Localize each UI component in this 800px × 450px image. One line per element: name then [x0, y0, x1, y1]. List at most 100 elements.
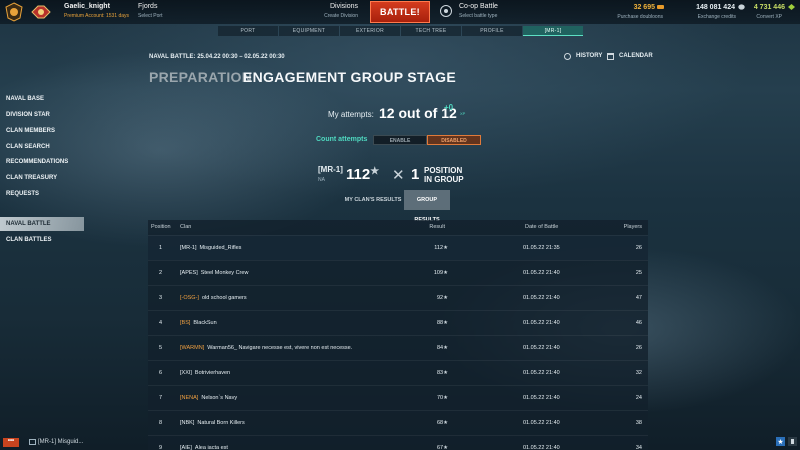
column-header-result: Result: [429, 224, 445, 230]
row-clan[interactable]: [-OSG-] old school gamers: [180, 295, 247, 301]
row-position: 8: [159, 420, 163, 426]
row-clan-tag: [WARMN]: [180, 345, 205, 351]
calendar-icon[interactable]: [607, 53, 614, 60]
count-attempts-disabled-button[interactable]: DISABLED: [427, 135, 481, 145]
row-clan-tag: [XXI]: [180, 370, 192, 376]
row-result: 112 ★: [434, 245, 448, 251]
star-icon: ★: [443, 420, 448, 426]
account-logo-icon[interactable]: [4, 2, 24, 22]
menu-naval-base[interactable]: NAVAL BASE: [0, 92, 84, 106]
credits-amount[interactable]: 148 081 424: [696, 4, 735, 11]
column-header-position: Position: [151, 224, 171, 230]
row-clan[interactable]: [MR-1] Misguided_Rifles: [180, 245, 241, 251]
star-icon: ★: [370, 166, 380, 177]
tab-tech-tree[interactable]: TECH TREE: [401, 26, 461, 36]
star-icon: ★: [443, 370, 448, 376]
row-result: 68 ★: [437, 420, 448, 426]
chat-icon[interactable]: [29, 439, 36, 445]
calendar-button[interactable]: CALENDAR: [619, 53, 653, 59]
row-date: 01.05.22 21:40: [523, 395, 560, 401]
row-clan[interactable]: [WARMN] Warman56_ Navigare necesse est, v…: [180, 345, 352, 351]
battle-type-icon[interactable]: [440, 5, 452, 17]
port-name[interactable]: Fjords: [138, 3, 157, 10]
row-players: 26: [635, 245, 642, 251]
menu-naval-battle[interactable]: NAVAL BATTLE: [0, 217, 84, 231]
table-row[interactable]: 5 [WARMN] Warman56_ Navigare necesse est, …: [148, 335, 648, 360]
row-players: 38: [635, 420, 642, 426]
table-row[interactable]: 7 [NENA] Nelson`s Navy 70 ★ 01.05.22 21:40 24: [148, 385, 648, 410]
main-nav-tabs: PORT EQUIPMENT EXTERIOR TECH TREE PROFIL…: [218, 26, 583, 36]
account-name[interactable]: Gaelic_knight: [64, 3, 110, 10]
free-xp-amount[interactable]: 4 731 446: [754, 4, 785, 11]
table-row[interactable]: 6 [XXI] Botrivierhaven 83 ★ 01.05.22 21:40 32: [148, 360, 648, 385]
row-clan[interactable]: [NBK] Natural Born Killers: [180, 420, 245, 426]
my-attempts-label: My attempts:: [328, 110, 374, 119]
history-button[interactable]: HISTORY: [576, 53, 602, 59]
tab-my-clan-results[interactable]: MY CLAN'S RESULTS: [344, 190, 402, 210]
table-row[interactable]: 8 [NBK] Natural Born Killers 68 ★ 01.05.22 2…: [148, 410, 648, 435]
row-clan-name: Warman56_ Navigare necesse est, vivere n…: [207, 345, 353, 351]
notifications-star-icon[interactable]: ★: [776, 437, 785, 446]
row-result: 67 ★: [437, 445, 448, 450]
row-clan[interactable]: [XXI] Botrivierhaven: [180, 370, 230, 376]
battle-button[interactable]: BATTLE!: [370, 1, 430, 23]
divisions-button[interactable]: Divisions: [330, 3, 358, 10]
table-row[interactable]: 1 [MR-1] Misguided_Rifles 112 ★ 01.05.22 21:…: [148, 235, 648, 260]
star-icon: ★: [443, 395, 448, 401]
count-attempts-enable-button[interactable]: ENABLE: [373, 135, 427, 145]
tab-exterior[interactable]: EXTERIOR: [340, 26, 400, 36]
menu-division-star[interactable]: DIVISION STAR: [0, 108, 84, 122]
row-result: 92 ★: [437, 295, 448, 301]
tab-port[interactable]: PORT: [218, 26, 278, 36]
row-result: 70 ★: [437, 395, 448, 401]
table-row[interactable]: 9 [AIE] Alea iacta est 67 ★ 01.05.22 21:40 34: [148, 435, 648, 450]
battle-type-name[interactable]: Co-op Battle: [459, 3, 498, 10]
row-clan-tag: [NBK]: [180, 420, 195, 426]
row-clan-tag: [MR-1]: [180, 245, 197, 251]
chat-menu-button[interactable]: •••: [3, 438, 19, 447]
menu-recommendations[interactable]: RECOMMENDATIONS: [0, 155, 84, 169]
column-header-players: Players: [623, 224, 642, 230]
rank-emblem-icon[interactable]: [30, 4, 52, 20]
row-result: 88 ★: [437, 320, 448, 326]
exchange-credits-link[interactable]: Exchange credits: [698, 14, 736, 20]
tab-profile[interactable]: PROFILE: [462, 26, 522, 36]
menu-clan-treasury[interactable]: CLAN TREASURY: [0, 171, 84, 185]
menu-requests[interactable]: REQUESTS: [0, 187, 84, 201]
history-icon[interactable]: [564, 53, 571, 60]
row-clan[interactable]: [APES] Steel Monkey Crew: [180, 270, 248, 276]
row-date: 01.05.22 21:40: [523, 270, 560, 276]
row-clan[interactable]: [NENA] Nelson`s Navy: [180, 395, 237, 401]
row-clan[interactable]: [BS] BlackSun: [180, 320, 217, 326]
row-players: 26: [635, 345, 642, 351]
clan-chat-channel[interactable]: [MR-1] Misguid...: [38, 439, 83, 445]
star-icon: ★: [443, 445, 448, 450]
table-row[interactable]: 2 [APES] Steel Monkey Crew 109 ★ 01.05.22 21…: [148, 260, 648, 285]
tab-group-results[interactable]: GROUP RESULTS: [404, 190, 450, 223]
menu-clan-search[interactable]: CLAN SEARCH: [0, 140, 84, 154]
row-players: 34: [635, 445, 642, 450]
table-row[interactable]: 4 [BS] BlackSun 88 ★ 01.05.22 21:40 46: [148, 310, 648, 335]
clan-result: 112★: [346, 166, 379, 183]
attempts-bonus-sub: XP: [460, 111, 466, 116]
row-result: 83 ★: [437, 370, 448, 376]
table-row[interactable]: 3 [-OSG-] old school gamers 92 ★ 01.05.22 21…: [148, 285, 648, 310]
menu-clan-members[interactable]: CLAN MEMBERS: [0, 124, 84, 138]
notifications-bell-icon[interactable]: [788, 437, 797, 446]
row-clan[interactable]: [AIE] Alea iacta est: [180, 445, 228, 450]
stage-engagement-group[interactable]: ENGAGEMENT GROUP STAGE: [243, 69, 456, 85]
stage-preparation[interactable]: PREPARATION: [149, 69, 252, 85]
convert-xp-link[interactable]: Convert XP: [756, 14, 782, 20]
purchase-doubloons-link[interactable]: Purchase doubloons: [617, 14, 663, 20]
row-date: 01.05.22 21:40: [523, 345, 560, 351]
menu-clan-battles[interactable]: CLAN BATTLES: [0, 233, 84, 247]
position-label-line1: POSITION: [424, 166, 463, 175]
star-icon: ★: [443, 345, 448, 351]
tab-equipment[interactable]: EQUIPMENT: [279, 26, 339, 36]
row-players: 32: [635, 370, 642, 376]
row-position: 9: [159, 445, 163, 450]
row-date: 01.05.22 21:35: [523, 245, 560, 251]
tab-clan[interactable]: [MR-1]: [523, 26, 583, 36]
doubloons-amount[interactable]: 32 695: [634, 4, 655, 11]
position-label-line2: IN GROUP: [424, 175, 464, 184]
